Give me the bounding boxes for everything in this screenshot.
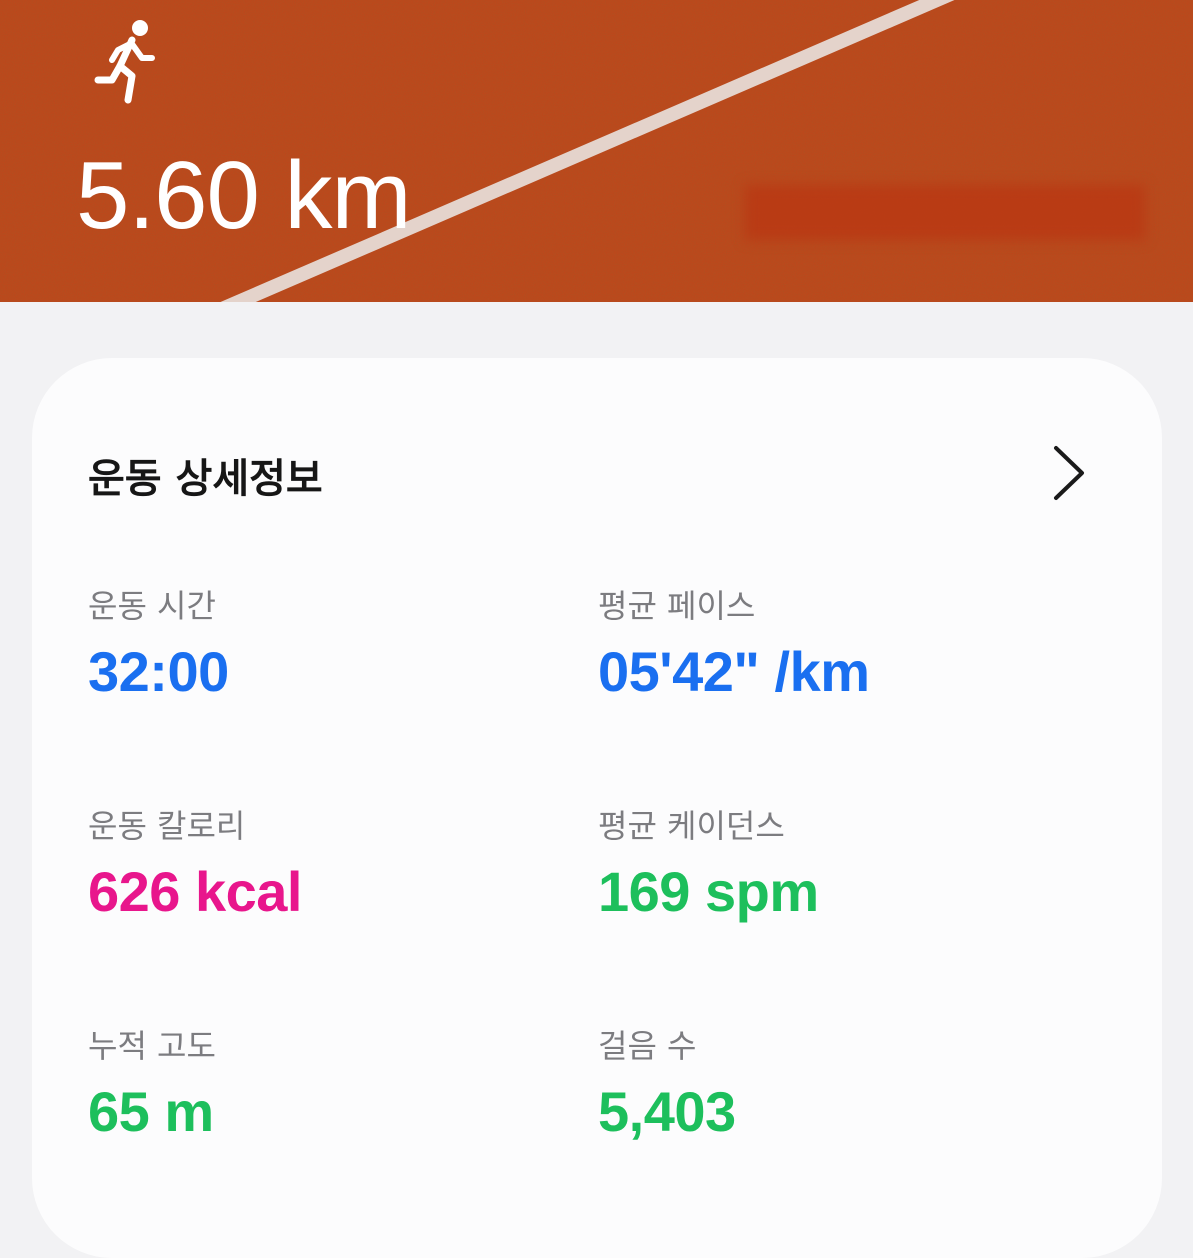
workout-details-card: 운동 상세정보 운동 시간 32:00 평균 페이스 05'42" /km 운동…	[32, 358, 1162, 1258]
runner-icon	[94, 20, 155, 104]
stat-label: 누적 고도	[88, 1027, 216, 1065]
stat-cadence: 평균 케이던스 169 spm	[598, 810, 819, 920]
stat-label: 운동 시간	[88, 587, 216, 625]
stat-value: 05'42" /km	[598, 640, 870, 703]
stat-elevation: 누적 고도 65 m	[88, 1030, 216, 1140]
total-distance: 5.60 km	[76, 142, 411, 249]
workout-header: 5.60 km	[0, 0, 1193, 302]
stat-label: 걸음 수	[598, 1027, 697, 1065]
stat-value: 169 spm	[598, 860, 819, 923]
stat-label: 평균 페이스	[598, 587, 756, 625]
stat-pace: 평균 페이스 05'42" /km	[598, 590, 870, 700]
card-title: 운동 상세정보	[88, 456, 323, 502]
stat-label: 평균 케이던스	[598, 807, 785, 845]
stat-value: 65 m	[88, 1080, 214, 1143]
stat-duration: 운동 시간 32:00	[88, 590, 229, 700]
stat-calories: 운동 칼로리 626 kcal	[88, 810, 302, 920]
chevron-right-icon[interactable]	[1050, 444, 1090, 502]
stat-label: 운동 칼로리	[88, 807, 246, 845]
stat-value: 626 kcal	[88, 860, 302, 923]
stat-steps: 걸음 수 5,403	[598, 1030, 736, 1140]
stat-value: 5,403	[598, 1080, 736, 1143]
blurred-region	[745, 185, 1145, 240]
stat-value: 32:00	[88, 640, 229, 703]
